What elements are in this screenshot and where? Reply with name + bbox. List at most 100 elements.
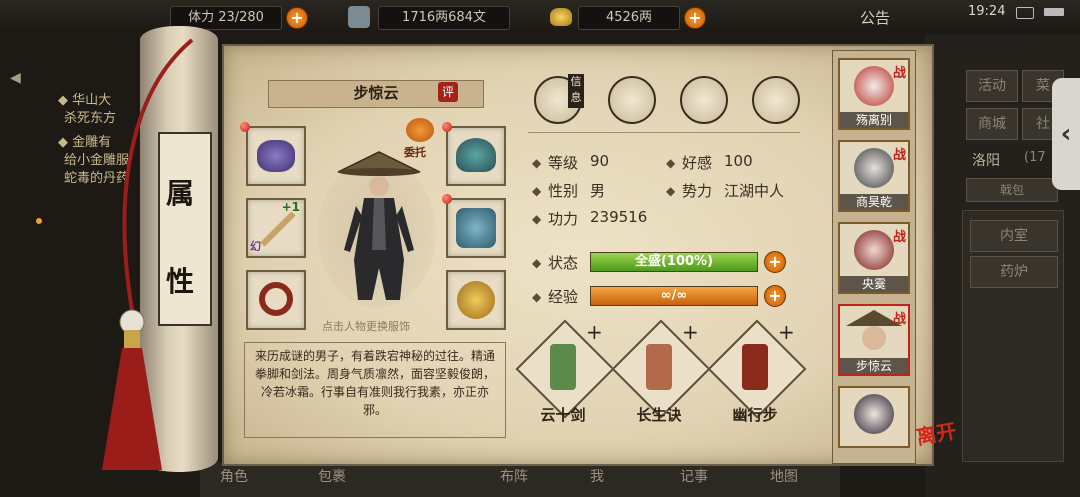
- power-value: 239516: [590, 208, 648, 226]
- red-tassel-icon: [102, 38, 194, 470]
- menu-role[interactable]: 角色: [220, 466, 248, 486]
- helmet-icon: [456, 138, 496, 172]
- add-skill-button-3[interactable]: +: [778, 320, 795, 344]
- gold-display: 4526两: [578, 6, 680, 30]
- skill-scroll-icon-2: [646, 344, 672, 390]
- meridian-icon[interactable]: [752, 76, 800, 124]
- skill-scroll-icon-3: [742, 344, 768, 390]
- amulet-icon: [457, 281, 495, 319]
- battle-tag: 战: [892, 312, 906, 327]
- hero-portrait: [854, 394, 894, 434]
- bullet-icon: ◆: [532, 156, 542, 170]
- restore-state-button[interactable]: +: [764, 251, 786, 273]
- rate-button[interactable]: 评: [438, 82, 458, 102]
- equip-slot-helmet[interactable]: [446, 126, 506, 186]
- hero-card-1[interactable]: 战 殇离别: [838, 58, 910, 130]
- phantom-tag: 幻: [250, 240, 261, 253]
- add-skill-button-2[interactable]: +: [682, 320, 699, 344]
- power-label: 功力: [548, 210, 579, 228]
- collapse-arrow-icon[interactable]: ◀: [10, 70, 21, 86]
- exp-bar: ∞/∞: [590, 286, 758, 306]
- hero-portrait: [854, 66, 894, 106]
- equip-slot-gloves[interactable]: [246, 126, 306, 186]
- activity-button[interactable]: 活动: [966, 70, 1018, 102]
- equip-slot-weapon[interactable]: +1 幻: [246, 198, 306, 258]
- battle-tag: 战: [892, 230, 906, 245]
- character-description: 来历成谜的男子，有着跌宕神秘的过往。精通拳脚和剑法。周身气质凛然，面容坚毅俊朗，…: [244, 342, 506, 438]
- state-bar: 全盛(100%): [590, 252, 758, 272]
- battery-icon-2: [1044, 8, 1064, 16]
- menu-notes[interactable]: 记事: [680, 466, 708, 486]
- hero-card-5[interactable]: [838, 386, 910, 448]
- hero-portrait: [862, 326, 886, 350]
- side-drawer-toggle[interactable]: ‹: [1052, 78, 1080, 190]
- alchemy-item[interactable]: 药炉: [970, 256, 1058, 288]
- bullet-icon: ◆: [666, 156, 676, 170]
- level-label: 等级: [548, 154, 579, 172]
- faction-label: 势力: [682, 182, 713, 200]
- ring-icon: [259, 282, 293, 316]
- hero-name: 步惊云: [840, 358, 908, 374]
- hero-name: 央霙: [840, 276, 908, 292]
- hero-card-2[interactable]: 战 商昊乾: [838, 140, 910, 212]
- yinyang-icon[interactable]: [680, 76, 728, 124]
- silver-icon: [348, 6, 370, 28]
- shop-button[interactable]: 商城: [966, 108, 1018, 140]
- level-value: 90: [590, 152, 610, 170]
- add-exp-button[interactable]: +: [764, 285, 786, 307]
- clock: 19:24: [968, 4, 1006, 19]
- equip-slot-accessory[interactable]: [446, 270, 506, 330]
- upgrade-dot-icon: [240, 122, 250, 132]
- hero-portrait: [854, 230, 894, 270]
- location-label: 洛阳: [972, 153, 1000, 169]
- hero-card-3[interactable]: 战 央霙: [838, 222, 910, 294]
- change-outfit-hint: 点击人物更换服饰: [322, 320, 410, 333]
- menu-me[interactable]: 我: [590, 466, 604, 486]
- exp-label: 经验: [548, 288, 579, 306]
- add-skill-button-1[interactable]: +: [586, 320, 603, 344]
- state-label: 状态: [548, 254, 579, 272]
- tab-divider: [528, 132, 800, 133]
- hero-card-4-selected[interactable]: 战 步惊云: [838, 304, 910, 376]
- scroll-icon[interactable]: [608, 76, 656, 124]
- sword-icon: [260, 211, 296, 247]
- inner-room-item[interactable]: 内室: [970, 220, 1058, 252]
- battle-tag: 战: [892, 66, 906, 81]
- exp-text: ∞/∞: [660, 288, 688, 303]
- faction-value: 江湖中人: [724, 182, 785, 200]
- bag-tab[interactable]: 戟包: [966, 178, 1058, 202]
- skill-name-1: 云十剑: [540, 406, 586, 424]
- money-display: 1716两684文: [378, 6, 510, 30]
- gauntlet-icon: [257, 140, 295, 172]
- menu-formation[interactable]: 布阵: [500, 466, 528, 486]
- armor-icon: [456, 208, 496, 248]
- menu-map[interactable]: 地图: [770, 466, 798, 486]
- state-text: 全盛(100%): [634, 254, 714, 269]
- bullet-icon: ◆: [532, 184, 542, 198]
- add-stamina-button[interactable]: +: [286, 7, 308, 29]
- ember-dot: [36, 218, 42, 224]
- gender-value: 男: [590, 182, 606, 200]
- character-name: 步惊云: [353, 84, 399, 102]
- location-coords: (17: [1024, 150, 1046, 165]
- skill-name-2: 长生诀: [636, 406, 682, 424]
- menu-bag[interactable]: 包裹: [318, 466, 346, 486]
- favor-label: 好感: [682, 154, 713, 172]
- bullet-icon: ◆: [532, 256, 542, 270]
- hero-name: 商昊乾: [840, 194, 908, 210]
- gold-ingot-icon: [550, 8, 572, 26]
- notice-button[interactable]: 公告: [860, 7, 890, 28]
- enhance-level: +1: [281, 200, 300, 214]
- skill-name-3: 幽行步: [732, 406, 778, 424]
- upgrade-dot-icon-3: [442, 194, 452, 204]
- equip-slot-ring[interactable]: [246, 270, 306, 330]
- bullet-icon: ◆: [532, 212, 542, 226]
- equip-slot-armor[interactable]: [446, 198, 506, 258]
- bullet-icon: ◆: [532, 290, 542, 304]
- bullet-icon: ◆: [666, 184, 676, 198]
- info-tab-label: 信息: [568, 74, 584, 108]
- add-gold-button[interactable]: +: [684, 7, 706, 29]
- hero-portrait: [854, 148, 894, 188]
- character-portrait[interactable]: [334, 150, 424, 310]
- delegate-icon[interactable]: [406, 118, 434, 142]
